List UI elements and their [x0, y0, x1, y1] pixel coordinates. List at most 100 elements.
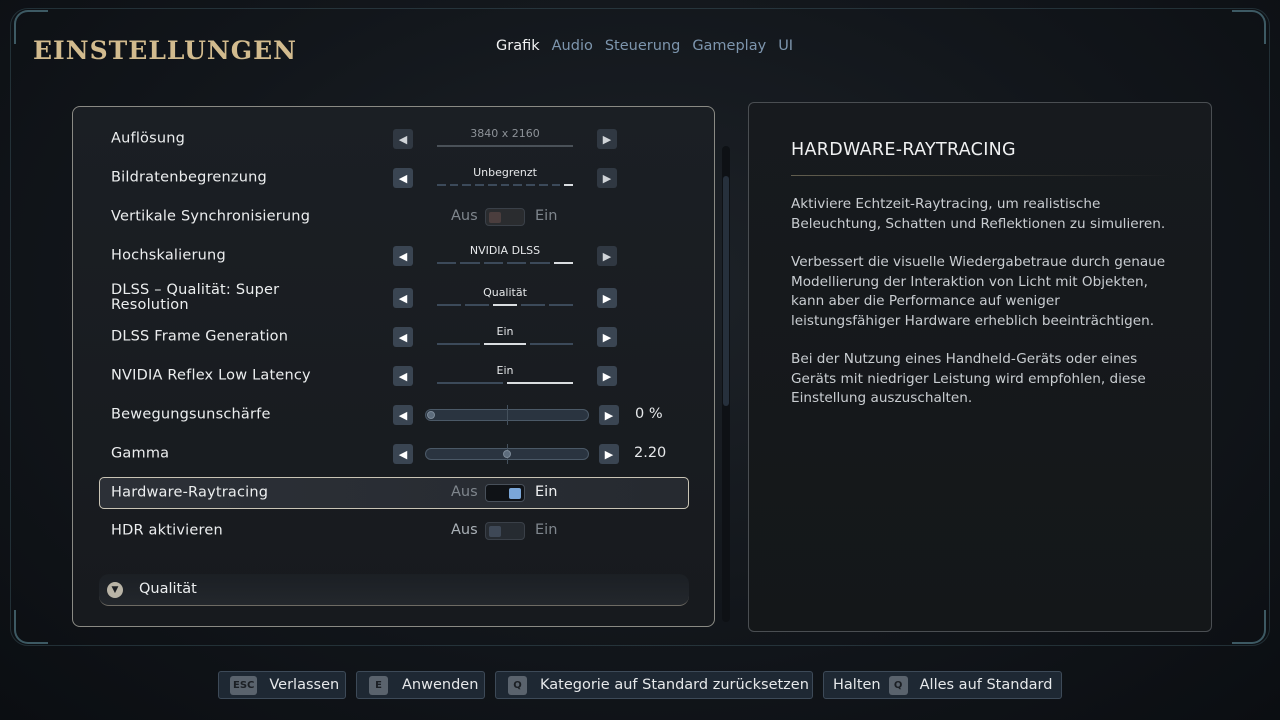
- gamma-slider[interactable]: [425, 444, 589, 464]
- arrow-right-icon[interactable]: ▶: [597, 129, 617, 149]
- page-title: EINSTELLUNGEN: [33, 36, 298, 65]
- tab-gameplay[interactable]: Gameplay: [692, 38, 766, 54]
- description-paragraph: Aktiviere Echtzeit-Raytracing, um realis…: [791, 196, 1166, 232]
- toggle-off-label: Aus: [451, 208, 478, 224]
- frame-corner: [1232, 610, 1266, 644]
- setting-label: Hochskalierung: [111, 247, 226, 264]
- setting-row-gamma[interactable]: Gamma ◀ ▶ 2.20: [99, 438, 689, 470]
- setting-row-resolution[interactable]: Auflösung ◀ 3840 x 2160 ▶: [99, 123, 689, 155]
- hdr-toggle[interactable]: [485, 522, 525, 540]
- option-segment: [513, 184, 523, 186]
- section-header-quality[interactable]: ▼ Qualität: [99, 574, 689, 606]
- arrow-right-icon[interactable]: ▶: [597, 168, 617, 188]
- arrow-left-icon[interactable]: ◀: [393, 327, 413, 347]
- toggle-on-label: Ein: [535, 484, 558, 500]
- setting-label: Bewegungsunschärfe: [111, 406, 271, 423]
- settings-scrollbar[interactable]: [722, 146, 730, 622]
- footer-action-bar: ESC Verlassen E Anwenden Q Kategorie auf…: [0, 671, 1280, 699]
- motion-blur-slider[interactable]: [425, 405, 589, 425]
- description-paragraph: Verbessert die visuelle Wiedergabetraue …: [791, 254, 1166, 329]
- divider: [791, 175, 1171, 176]
- setting-label: Auflösung: [111, 130, 186, 147]
- option-segment: [462, 184, 472, 186]
- setting-value: NVIDIA DLSS: [469, 244, 541, 257]
- setting-label: Vertikale Synchronisierung: [111, 208, 311, 225]
- arrow-right-icon[interactable]: ▶: [597, 288, 617, 308]
- description-title: HARDWARE-RAYTRACING: [791, 140, 1016, 160]
- raytracing-toggle[interactable]: [485, 484, 525, 502]
- arrow-left-icon[interactable]: ◀: [393, 246, 413, 266]
- description-paragraph: Bei der Nutzung eines Handheld-Geräts od…: [791, 351, 1146, 407]
- tab-grafik[interactable]: Grafik: [496, 38, 540, 54]
- option-segment: [460, 262, 480, 264]
- setting-row-frame-generation[interactable]: DLSS Frame Generation ◀ Ein ▶: [99, 321, 689, 353]
- option-segments: [437, 304, 573, 306]
- arrow-right-icon[interactable]: ▶: [597, 366, 617, 386]
- leave-button[interactable]: ESC Verlassen: [218, 671, 346, 699]
- option-segments: [437, 343, 574, 345]
- setting-row-dlss-quality[interactable]: DLSS – Qualität: Super Resolution ◀ Qual…: [99, 279, 689, 317]
- option-bar: [437, 145, 573, 147]
- setting-row-hdr[interactable]: HDR aktivieren Aus Ein: [99, 515, 689, 547]
- arrow-right-icon[interactable]: ▶: [599, 444, 619, 464]
- frame-corner: [1232, 10, 1266, 44]
- toggle-knob: [489, 526, 501, 537]
- setting-row-upscaling[interactable]: Hochskalierung ◀ NVIDIA DLSS ▶: [99, 240, 689, 272]
- option-segment: [483, 262, 503, 264]
- slider-center-mark: [507, 405, 508, 425]
- slider-value: 2.20: [634, 445, 667, 461]
- reset-category-button[interactable]: Q Kategorie auf Standard zurücksetzen: [495, 671, 813, 699]
- option-segment: [526, 184, 535, 186]
- option-segment-selected: [564, 184, 574, 186]
- vsync-toggle[interactable]: [485, 208, 525, 226]
- option-segment: [538, 184, 548, 186]
- arrow-right-icon[interactable]: ▶: [599, 405, 619, 425]
- toggle-on-label: Ein: [535, 522, 558, 538]
- arrow-left-icon[interactable]: ◀: [393, 405, 413, 425]
- arrow-left-icon[interactable]: ◀: [393, 288, 413, 308]
- toggle-off-label: Aus: [451, 484, 478, 500]
- button-label: Verlassen: [269, 677, 340, 693]
- arrow-left-icon[interactable]: ◀: [393, 366, 413, 386]
- option-segment-selected: [483, 343, 527, 345]
- option-segment: [549, 304, 573, 306]
- hold-label: Halten: [833, 677, 881, 693]
- setting-row-framerate-limit[interactable]: Bildratenbegrenzung ◀ Unbegrenzt ▶: [99, 162, 689, 194]
- reset-all-button[interactable]: Halten Q Alles auf Standard: [823, 671, 1062, 699]
- setting-row-motion-blur[interactable]: Bewegungsunschärfe ◀ ▶ 0 %: [99, 399, 689, 431]
- setting-row-reflex[interactable]: NVIDIA Reflex Low Latency ◀ Ein ▶: [99, 360, 689, 392]
- toggle-knob: [509, 488, 521, 499]
- slider-knob[interactable]: [503, 450, 511, 458]
- setting-value: Ein: [496, 364, 514, 377]
- option-segments: [437, 184, 574, 186]
- arrow-left-icon[interactable]: ◀: [393, 129, 413, 149]
- setting-value: Qualität: [483, 286, 527, 299]
- apply-button[interactable]: E Anwenden: [356, 671, 485, 699]
- button-label: Kategorie auf Standard zurücksetzen: [540, 677, 809, 693]
- setting-label: Bildratenbegrenzung: [111, 169, 267, 186]
- option-segment: [530, 262, 550, 264]
- option-segments: [437, 382, 573, 384]
- option-segment: [437, 304, 461, 306]
- arrow-right-icon[interactable]: ▶: [597, 327, 617, 347]
- option-segment: [521, 304, 545, 306]
- setting-row-raytracing[interactable]: Hardware-Raytracing Aus Ein: [99, 477, 689, 509]
- key-hint-q: Q: [508, 675, 527, 695]
- scrollbar-thumb[interactable]: [723, 176, 729, 406]
- option-segment: [437, 382, 503, 384]
- setting-label: HDR aktivieren: [111, 522, 223, 539]
- setting-value: 3840 x 2160: [470, 127, 540, 140]
- tab-steuerung[interactable]: Steuerung: [605, 38, 680, 54]
- option-segment: [475, 184, 484, 186]
- setting-label: DLSS Frame Generation: [111, 328, 289, 345]
- tab-audio[interactable]: Audio: [552, 38, 593, 54]
- setting-row-vsync[interactable]: Vertikale Synchronisierung Aus Ein: [99, 201, 689, 233]
- tab-ui[interactable]: UI: [778, 38, 793, 54]
- slider-knob[interactable]: [427, 411, 435, 419]
- option-segment-selected: [553, 262, 573, 264]
- option-segment: [487, 184, 497, 186]
- option-segment: [530, 343, 574, 345]
- arrow-left-icon[interactable]: ◀: [393, 168, 413, 188]
- arrow-left-icon[interactable]: ◀: [393, 444, 413, 464]
- arrow-right-icon[interactable]: ▶: [597, 246, 617, 266]
